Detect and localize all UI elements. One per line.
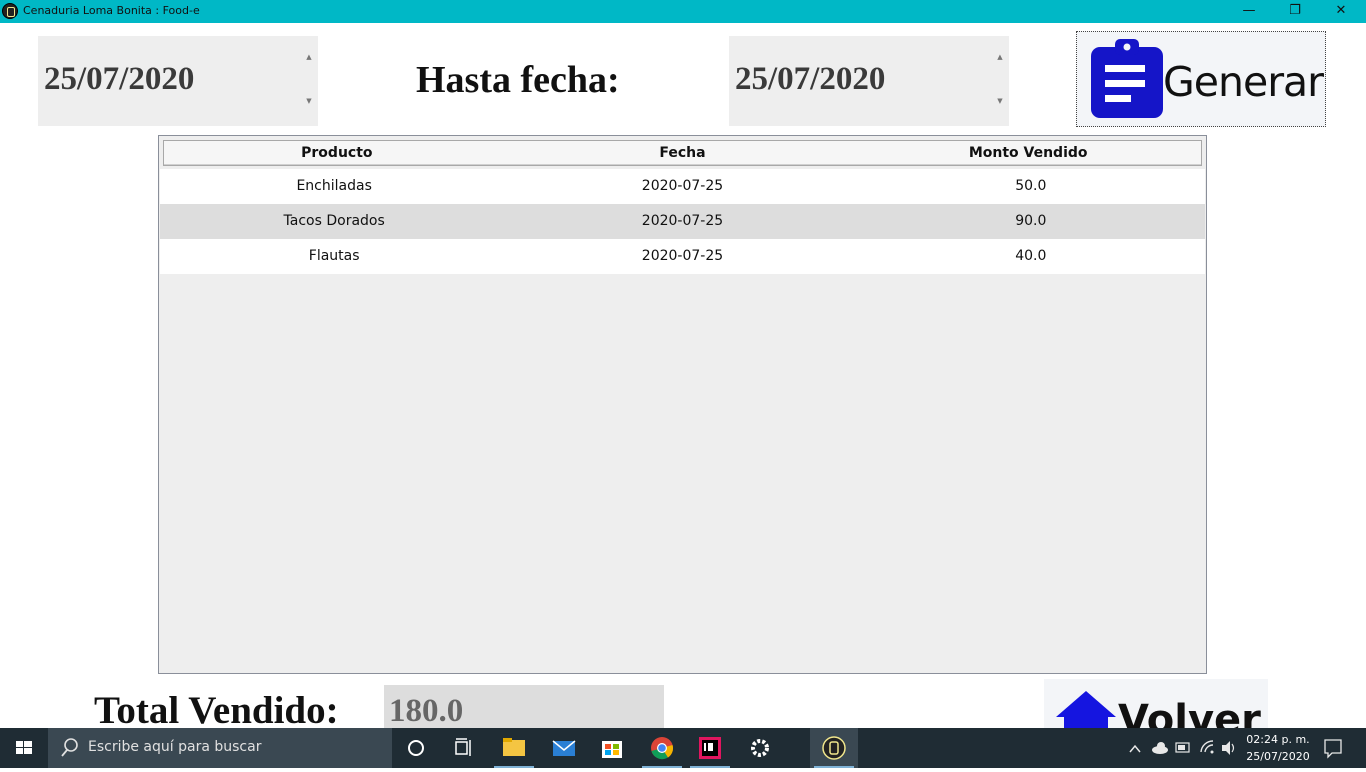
cell-fecha: 2020-07-25 [641, 213, 724, 229]
taskbar-clock[interactable]: 02:24 p. m. 25/07/2020 [1238, 731, 1318, 765]
cortana-button[interactable] [392, 728, 440, 768]
food-e-app-icon [822, 736, 846, 760]
start-button[interactable] [0, 728, 48, 768]
clock-date: 25/07/2020 [1246, 750, 1310, 763]
onedrive-cloud-icon[interactable] [1150, 728, 1170, 768]
column-header-producto[interactable]: Producto [164, 141, 510, 165]
search-icon [61, 738, 78, 757]
total-value: 180.0 [389, 693, 464, 729]
taskbar: Escribe aquí para buscar 02:24 p. m. 25/… [0, 728, 1366, 768]
to-date-value[interactable]: 25/07/2020 [735, 61, 885, 98]
show-hidden-icons-icon[interactable] [1126, 728, 1144, 768]
total-label: Total Vendido: [94, 689, 339, 732]
mail-icon [552, 740, 576, 756]
volume-icon[interactable] [1220, 728, 1238, 768]
cortana-icon [408, 740, 424, 756]
column-header-fecha[interactable]: Fecha [510, 141, 856, 165]
table-row[interactable]: Enchiladas 2020-07-25 50.0 [160, 169, 1205, 204]
table-row[interactable]: Tacos Dorados 2020-07-25 90.0 [160, 204, 1205, 239]
battery-icon[interactable] [1174, 728, 1192, 768]
intellij-button[interactable] [686, 728, 734, 768]
cell-monto: 50.0 [1015, 178, 1047, 194]
cell-producto: Tacos Dorados [283, 213, 385, 229]
task-view-button[interactable] [440, 728, 488, 768]
wifi-icon[interactable] [1198, 728, 1216, 768]
cell-producto: Enchiladas [296, 178, 372, 194]
generate-button[interactable]: Generar [1076, 31, 1326, 127]
notifications-icon[interactable] [1322, 728, 1344, 768]
from-date-decrement-icon[interactable]: ▼ [304, 96, 314, 106]
table-row[interactable]: Flautas 2020-07-25 40.0 [160, 239, 1205, 274]
store-icon [602, 741, 622, 758]
to-date-spinner[interactable]: 25/07/2020 ▲ ▼ [729, 36, 1009, 126]
app-logo-icon [2, 3, 18, 19]
cell-fecha: 2020-07-25 [641, 178, 724, 194]
chrome-icon [651, 737, 674, 760]
column-header-monto[interactable]: Monto Vendido [855, 141, 1201, 165]
gear-icon [751, 739, 769, 757]
task-view-icon [455, 738, 471, 756]
table-header: Producto Fecha Monto Vendido [163, 140, 1202, 166]
cell-monto: 90.0 [1015, 213, 1047, 229]
store-button[interactable] [588, 728, 636, 768]
sales-table[interactable]: Producto Fecha Monto Vendido Enchiladas … [158, 135, 1207, 674]
cell-fecha: 2020-07-25 [641, 248, 724, 264]
to-date-increment-icon[interactable]: ▲ [995, 52, 1005, 62]
intellij-icon [699, 737, 721, 759]
food-e-app-button[interactable] [810, 728, 858, 768]
folder-icon [503, 738, 525, 756]
file-explorer-button[interactable] [490, 728, 538, 768]
from-date-value[interactable]: 25/07/2020 [44, 61, 194, 98]
mail-button[interactable] [540, 728, 588, 768]
minimize-button[interactable]: — [1226, 0, 1272, 23]
total-field: 180.0 [384, 685, 664, 733]
cell-producto: Flautas [308, 248, 360, 264]
taskbar-search-box[interactable]: Escribe aquí para buscar [48, 728, 392, 768]
window-title: Cenaduria Loma Bonita : Food-e [23, 4, 200, 17]
cell-monto: 40.0 [1015, 248, 1047, 264]
to-date-label: Hasta fecha: [416, 59, 620, 101]
generate-button-label: Generar [1163, 58, 1324, 106]
clock-time: 02:24 p. m. [1246, 733, 1310, 746]
close-button[interactable]: ✕ [1318, 0, 1364, 23]
to-date-decrement-icon[interactable]: ▼ [995, 96, 1005, 106]
search-placeholder: Escribe aquí para buscar [88, 739, 262, 755]
restore-button[interactable]: ❐ [1272, 0, 1318, 23]
title-bar: Cenaduria Loma Bonita : Food-e — ❐ ✕ [0, 0, 1366, 23]
clipboard-icon [1091, 39, 1163, 118]
windows-icon [16, 741, 32, 754]
from-date-spinner[interactable]: 25/07/2020 ▲ ▼ [38, 36, 318, 126]
from-date-increment-icon[interactable]: ▲ [304, 52, 314, 62]
chrome-button[interactable] [638, 728, 686, 768]
settings-button[interactable] [736, 728, 784, 768]
